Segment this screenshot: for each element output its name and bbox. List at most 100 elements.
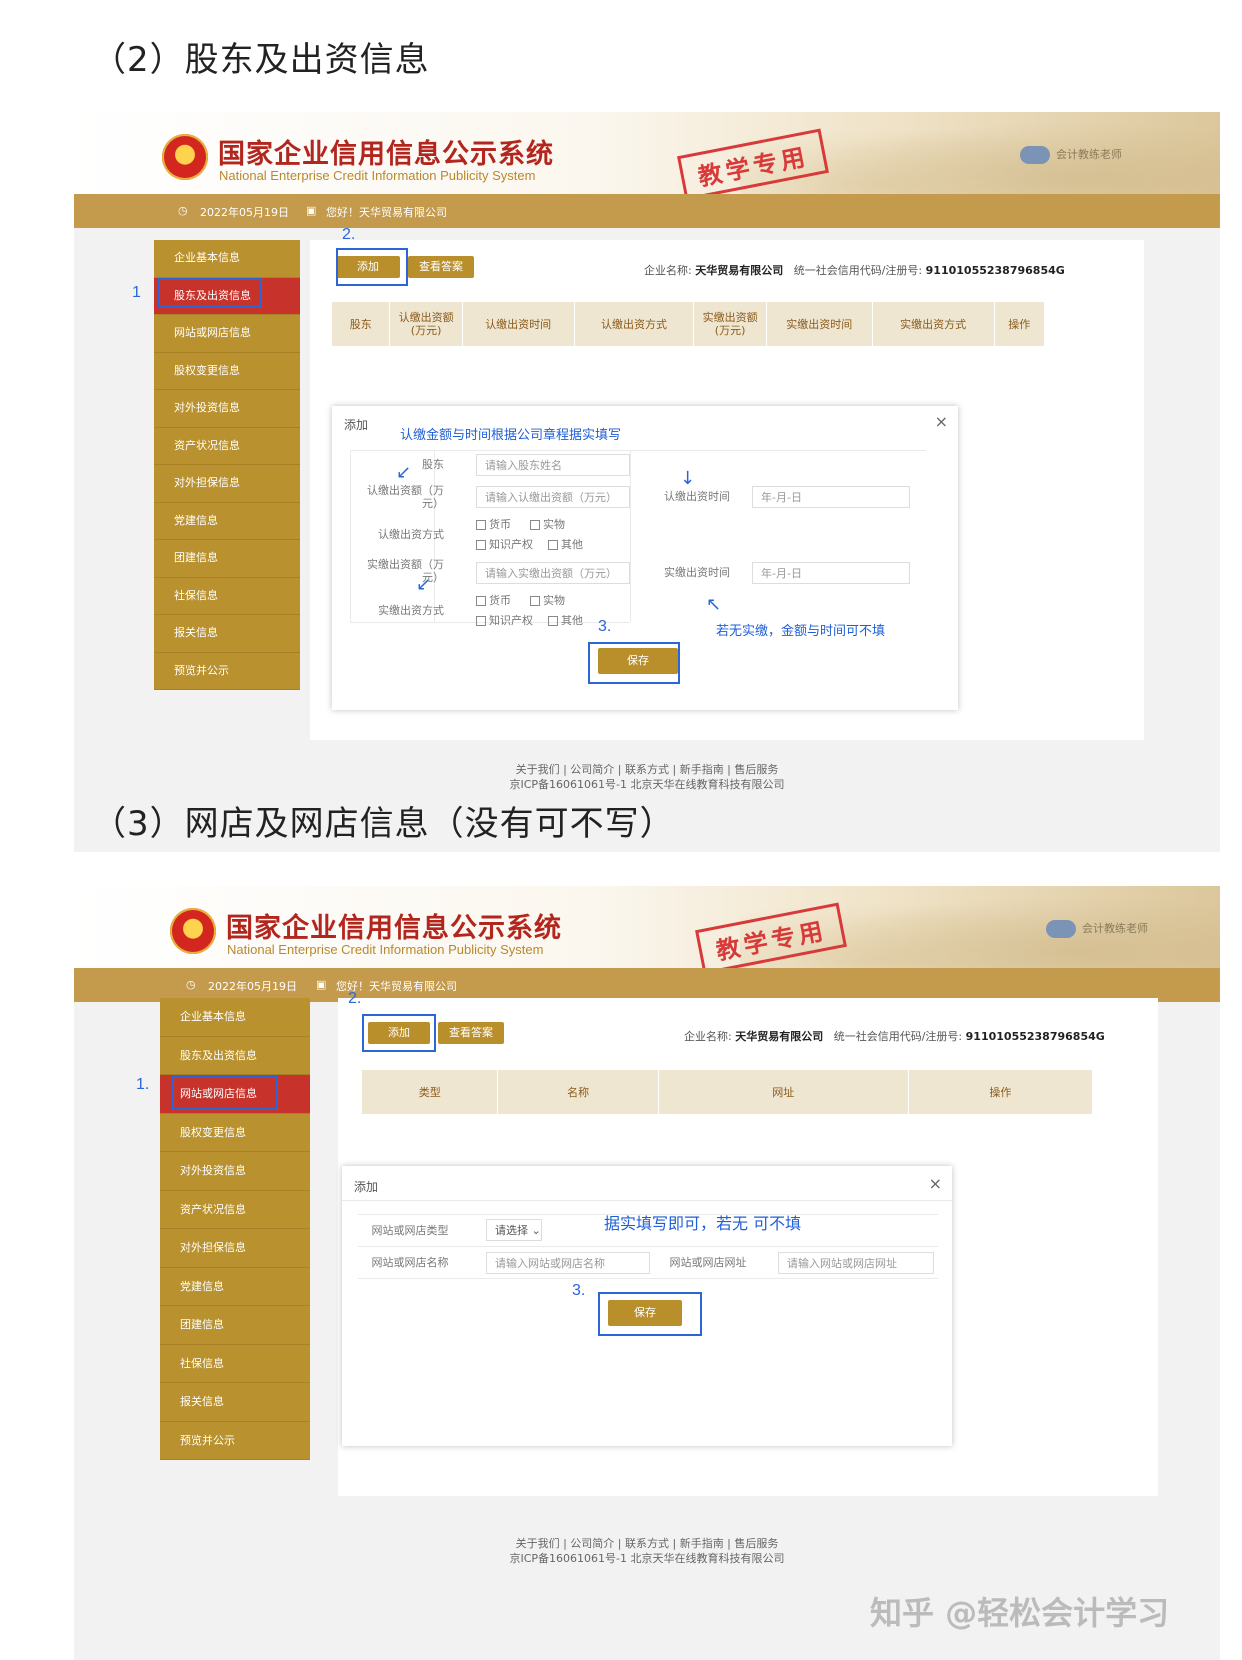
site-name-input[interactable]: 请输入网站或网店名称 <box>486 1252 650 1274</box>
column-header: 股东 <box>332 302 391 346</box>
logo-subtitle: National Enterprise Credit Information P… <box>219 168 536 183</box>
date-text: 2022年05月19日 <box>208 980 297 993</box>
paid-amount-input[interactable]: 请输入实缴出资额（万元） <box>476 562 630 584</box>
arrow-icon: ↙ <box>416 574 432 595</box>
column-header: 操作 <box>989 1085 1012 1099</box>
highlight-active-item <box>172 1076 278 1110</box>
checkbox-other[interactable]: 其他 <box>548 536 583 552</box>
clock-icon: ◷ <box>186 978 196 991</box>
footer-icp: 京ICP备16061061号-1 北京天华在线教育科技有限公司 <box>509 778 785 791</box>
sidebar-item-equity-change[interactable]: 股权变更信息 <box>160 1114 310 1152</box>
close-icon[interactable]: × <box>929 1174 942 1193</box>
annotation-2: 2. <box>348 990 362 1007</box>
table-header: 类型 名称 网址 操作 <box>362 1070 1092 1114</box>
watermark: 知乎 @轻松会计学习 <box>870 1594 1170 1632</box>
avatar-icon <box>1046 920 1076 938</box>
clock-icon: ◷ <box>178 204 188 217</box>
subscribed-time-label: 认缴出资时间 <box>664 490 730 503</box>
user-name: 会计教练老师 <box>1056 148 1122 161</box>
checkbox-ip[interactable]: 知识产权 <box>476 536 533 552</box>
section-heading-website: （3）网店及网店信息（没有可不写） <box>92 804 675 844</box>
subscribed-amount-input[interactable]: 请输入认缴出资额（万元） <box>476 486 630 508</box>
add-website-modal: 添加 × 据实填写即可，若无 可不填 网站或网店类型 请选择 ⌄ 网站或网店名称… <box>342 1166 952 1446</box>
sidebar-item-guarantee[interactable]: 对外担保信息 <box>160 1229 310 1268</box>
footer-links[interactable]: 关于我们 | 公司简介 | 联系方式 | 新手指南 | 售后服务 <box>74 762 1220 777</box>
subscribed-time-input[interactable]: 年-月-日 <box>752 486 910 508</box>
close-icon[interactable]: × <box>935 412 948 431</box>
add-shareholder-modal: 添加 × 认缴金额与时间根据公司章程据实填写 股东 请输入股东姓名 认缴出资额（… <box>332 406 958 710</box>
sidebar-item-basic-info[interactable]: 企业基本信息 <box>160 998 310 1037</box>
column-header: 认缴出资额 (万元) <box>390 302 463 346</box>
sidebar-item-party[interactable]: 党建信息 <box>154 503 300 540</box>
sidebar-item-assets[interactable]: 资产状况信息 <box>154 428 300 465</box>
highlight-save-button <box>588 642 680 684</box>
view-answer-button[interactable]: 查看答案 <box>408 256 474 278</box>
site-type-select[interactable]: 请选择 ⌄ <box>486 1219 542 1241</box>
sidebar-item-customs[interactable]: 报关信息 <box>160 1383 310 1422</box>
sidebar-item-social-security[interactable]: 社保信息 <box>160 1345 310 1383</box>
paid-time-label: 实缴出资时间 <box>664 566 730 579</box>
footer-links[interactable]: 关于我们 | 公司简介 | 联系方式 | 新手指南 | 售后服务 <box>74 1536 1220 1551</box>
sidebar-item-league[interactable]: 团建信息 <box>154 540 300 578</box>
company-info: 企业名称: 天华贸易有限公司 统一社会信用代码/注册号: 91101055238… <box>644 264 1065 277</box>
annotation-3: 3. <box>598 618 612 635</box>
user-info[interactable]: 会计教练老师 <box>1046 920 1148 938</box>
checkbox-currency[interactable]: 货币 <box>476 592 511 608</box>
sidebar-item-assets[interactable]: 资产状况信息 <box>160 1191 310 1229</box>
view-answer-button[interactable]: 查看答案 <box>438 1022 504 1044</box>
column-header: 实缴出资时间 <box>767 302 873 346</box>
date-text: 2022年05月19日 <box>200 206 289 219</box>
national-emblem-icon <box>162 134 208 180</box>
paid-time-input[interactable]: 年-月-日 <box>752 562 910 584</box>
checkbox-ip[interactable]: 知识产权 <box>476 612 533 628</box>
sidebar-item-party[interactable]: 党建信息 <box>160 1268 310 1306</box>
column-header: 实缴出资方式 <box>873 302 995 346</box>
paid-note: 若无实缴，金额与时间可不填 <box>716 624 886 639</box>
sidebar-item-preview[interactable]: 预览并公示 <box>154 653 300 690</box>
sidebar-item-equity-change[interactable]: 股权变更信息 <box>154 353 300 390</box>
sidebar-item-preview[interactable]: 预览并公示 <box>160 1422 310 1460</box>
footer: 关于我们 | 公司简介 | 联系方式 | 新手指南 | 售后服务 京ICP备16… <box>74 762 1220 792</box>
checkbox-other[interactable]: 其他 <box>548 612 583 628</box>
highlight-save-button <box>598 1292 702 1336</box>
shareholder-input[interactable]: 请输入股东姓名 <box>476 454 630 476</box>
checkbox-goods[interactable]: 实物 <box>530 516 565 532</box>
user-name: 会计教练老师 <box>1082 922 1148 935</box>
sidebar-item-shareholders[interactable]: 股东及出资信息 <box>160 1037 310 1075</box>
sidebar-item-guarantee[interactable]: 对外担保信息 <box>154 465 300 503</box>
sidebar-item-investment[interactable]: 对外投资信息 <box>160 1152 310 1191</box>
site-url-input[interactable]: 请输入网站或网店网址 <box>778 1252 934 1274</box>
column-header: 实缴出资额 (万元) <box>694 302 767 346</box>
annotation-1: 1. <box>136 1076 150 1093</box>
annotation-3: 3. <box>572 1282 586 1299</box>
column-header: 名称 <box>498 1070 659 1114</box>
chevron-down-icon: ⌄ <box>531 1224 541 1237</box>
table-header: 股东 认缴出资额 (万元) 认缴出资时间 认缴出资方式 实缴出资额 (万元) 实… <box>332 302 1044 346</box>
info-bar: ◷ 2022年05月19日 ▣ 您好！天华贸易有限公司 <box>74 968 1220 1002</box>
sidebar-item-social-security[interactable]: 社保信息 <box>154 578 300 615</box>
sidebar-item-customs[interactable]: 报关信息 <box>154 615 300 653</box>
section-heading-shareholders: （2）股东及出资信息 <box>92 40 430 80</box>
user-icon: ▣ <box>306 204 317 217</box>
sidebar-item-investment[interactable]: 对外投资信息 <box>154 390 300 428</box>
footer-icp: 京ICP备16061061号-1 北京天华在线教育科技有限公司 <box>509 1552 785 1565</box>
avatar-icon <box>1020 146 1050 164</box>
user-icon: ▣ <box>316 978 327 991</box>
site-type-label: 网站或网店类型 <box>371 1224 449 1237</box>
logo-title: 国家企业信用信息公示系统 <box>218 139 554 170</box>
greeting-text: 您好！天华贸易有限公司 <box>326 206 447 219</box>
checkbox-goods[interactable]: 实物 <box>530 592 565 608</box>
subscribed-method-label: 认缴出资方式 <box>378 528 444 541</box>
site-name-label: 网站或网店名称 <box>371 1256 449 1269</box>
column-header: 认缴出资方式 <box>575 302 695 346</box>
user-info[interactable]: 会计教练老师 <box>1020 146 1122 164</box>
modal-note: 认缴金额与时间根据公司章程据实填写 <box>400 428 622 443</box>
highlight-add-button <box>336 248 408 286</box>
national-emblem-icon <box>170 908 216 954</box>
annotation-2: 2. <box>342 226 356 243</box>
sidebar-item-league[interactable]: 团建信息 <box>160 1306 310 1345</box>
screenshot-website: 国家企业信用信息公示系统 National Enterprise Credit … <box>74 886 1220 1660</box>
checkbox-currency[interactable]: 货币 <box>476 516 511 532</box>
sidebar-item-basic-info[interactable]: 企业基本信息 <box>154 240 300 278</box>
sidebar-item-website[interactable]: 网站或网店信息 <box>154 315 300 353</box>
